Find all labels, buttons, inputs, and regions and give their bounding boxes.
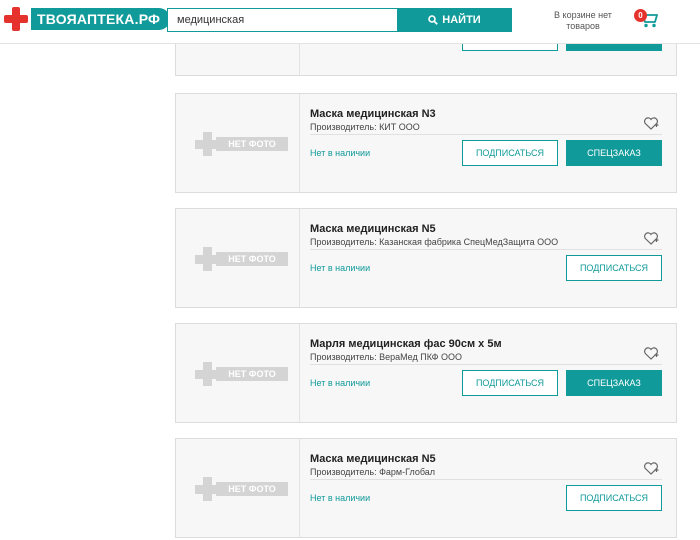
search-button-label: НАЙТИ bbox=[442, 14, 481, 26]
no-photo-label: НЕТ ФОТО bbox=[216, 367, 288, 381]
product-maker: Производитель: КИТ ООО bbox=[310, 122, 420, 132]
subscribe-button[interactable]: ПОДПИСАТЬСЯ bbox=[566, 485, 662, 511]
product-maker: Производитель: ВераМед ПКФ ООО bbox=[310, 352, 462, 362]
favorite-heart-icon[interactable] bbox=[643, 116, 659, 131]
search-input[interactable] bbox=[167, 8, 397, 32]
search-icon bbox=[428, 15, 439, 25]
product-card: НЕТ ФОТО Маска медицинская N5 Производит… bbox=[175, 208, 677, 308]
product-card: НЕТ ФОТО Марля медицинская фас 90см х 5м… bbox=[175, 323, 677, 423]
favorite-heart-icon[interactable] bbox=[643, 461, 659, 476]
product-maker: Производитель: Фарм-Глобал bbox=[310, 467, 436, 477]
no-photo-label: НЕТ ФОТО bbox=[216, 482, 288, 496]
product-photo: НЕТ ФОТО bbox=[176, 209, 300, 307]
special-order-button[interactable]: СПЕЦЗАКАЗ bbox=[566, 370, 662, 396]
no-photo-label: НЕТ ФОТО bbox=[216, 252, 288, 266]
product-photo: НЕТ ФОТО bbox=[176, 439, 300, 537]
subscribe-button[interactable]: ПОДПИСАТЬСЯ bbox=[566, 255, 662, 281]
special-order-button[interactable]: СПЕЦЗАКАЗ bbox=[566, 140, 662, 166]
card-divider bbox=[310, 364, 662, 365]
cart-status: В корзине нет товаров bbox=[554, 10, 612, 31]
product-title[interactable]: Маска медицинская N3 bbox=[310, 108, 436, 120]
no-photo-label: НЕТ ФОТО bbox=[216, 137, 288, 151]
subscribe-button[interactable]: ПОДПИСАТЬСЯ bbox=[462, 370, 558, 396]
product-card: НЕТ ФОТО Маска медицинская N3 Производит… bbox=[175, 93, 677, 193]
product-title[interactable]: Маска медицинская N5 bbox=[310, 223, 436, 235]
no-photo-placeholder: НЕТ ФОТО bbox=[188, 362, 288, 386]
card-divider bbox=[310, 479, 662, 480]
cart-count-badge: 0 bbox=[634, 9, 647, 22]
product-title[interactable]: Маска медицинская N5 bbox=[310, 453, 436, 465]
site-header: ТВОЯАПТЕКА.РФ НАЙТИ В корзине нет товаро… bbox=[0, 0, 700, 44]
product-maker: Производитель: Казанская фабрика СпецМед… bbox=[310, 237, 559, 247]
subscribe-button[interactable]: ПОДПИСАТЬСЯ bbox=[462, 140, 558, 166]
card-divider bbox=[310, 249, 662, 250]
logo-cross-icon bbox=[3, 7, 29, 31]
favorite-heart-icon[interactable] bbox=[643, 346, 659, 361]
product-card: НЕТ ФОТО Маска медицинская N5 Производит… bbox=[175, 438, 677, 538]
stock-status: Нет в наличии bbox=[310, 378, 371, 388]
product-photo: НЕТ ФОТО bbox=[176, 94, 300, 192]
card-divider bbox=[310, 134, 662, 135]
no-photo-placeholder: НЕТ ФОТО bbox=[188, 477, 288, 501]
product-title[interactable]: Марля медицинская фас 90см х 5м bbox=[310, 338, 502, 350]
product-photo: НЕТ ФОТО bbox=[176, 324, 300, 422]
no-photo-placeholder: НЕТ ФОТО bbox=[188, 132, 288, 156]
site-logo[interactable]: ТВОЯАПТЕКА.РФ bbox=[3, 7, 171, 31]
search-button[interactable]: НАЙТИ bbox=[397, 8, 512, 32]
favorite-heart-icon[interactable] bbox=[643, 231, 659, 246]
stock-status: Нет в наличии bbox=[310, 263, 371, 273]
no-photo-placeholder: НЕТ ФОТО bbox=[188, 247, 288, 271]
stock-status: Нет в наличии bbox=[310, 148, 371, 158]
stock-status: Нет в наличии bbox=[310, 493, 371, 503]
logo-text: ТВОЯАПТЕКА.РФ bbox=[31, 8, 171, 30]
